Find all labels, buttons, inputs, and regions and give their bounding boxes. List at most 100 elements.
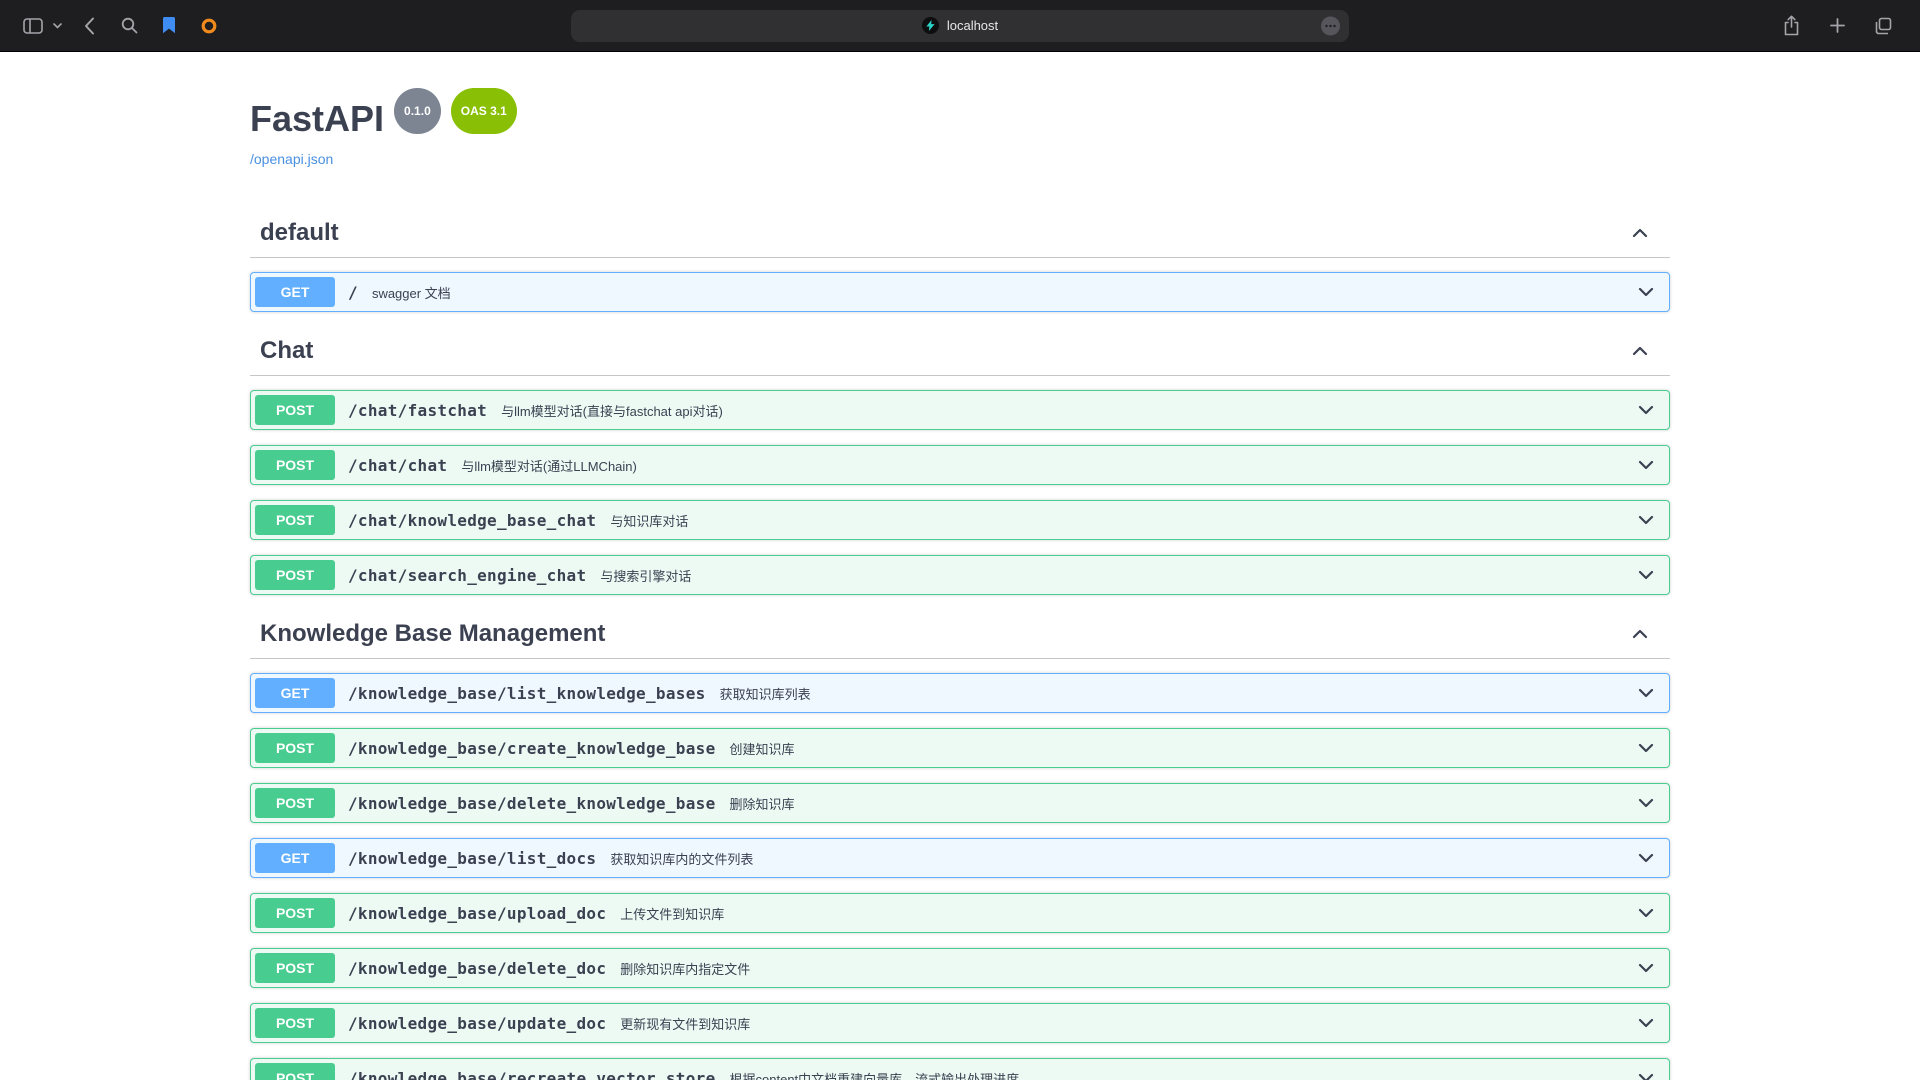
- method-badge: POST: [255, 450, 335, 480]
- endpoint-sections: default GET / swagger 文档 Chat: [250, 209, 1670, 1080]
- endpoint-path: /chat/search_engine_chat: [348, 566, 586, 585]
- endpoint-path: /chat/fastchat: [348, 401, 487, 420]
- toolbar-right-group: [1776, 11, 1920, 41]
- endpoint-description: 上传文件到知识库: [620, 904, 724, 923]
- endpoint-description: 创建知识库: [730, 739, 795, 758]
- version-badge: 0.1.0: [394, 88, 441, 134]
- bookmark-extension-icon[interactable]: [154, 11, 184, 41]
- tab-overview-icon[interactable]: [1868, 11, 1898, 41]
- endpoint-description: 更新现有文件到知识库: [620, 1014, 750, 1033]
- method-badge: POST: [255, 733, 335, 763]
- endpoint-description: 删除知识库: [730, 794, 795, 813]
- api-section: default GET / swagger 文档: [250, 209, 1670, 312]
- url-text: localhost: [947, 18, 998, 33]
- sidebar-chevron-down-icon[interactable]: [50, 11, 64, 41]
- chevron-down-icon[interactable]: [1636, 282, 1656, 302]
- endpoint-path: /knowledge_base/delete_knowledge_base: [348, 794, 716, 813]
- section-body: GET / swagger 文档: [250, 258, 1670, 312]
- section-header[interactable]: Chat: [250, 327, 1670, 376]
- section-title: Chat: [260, 337, 313, 365]
- back-button[interactable]: [74, 11, 104, 41]
- chevron-down-icon[interactable]: [1636, 565, 1656, 585]
- method-badge: POST: [255, 1008, 335, 1038]
- section-title: default: [260, 219, 339, 247]
- endpoint-row[interactable]: POST /knowledge_base/create_knowledge_ba…: [250, 728, 1670, 768]
- endpoint-row[interactable]: POST /chat/search_engine_chat 与搜索引擎对话: [250, 555, 1670, 595]
- endpoint-path: /knowledge_base/list_knowledge_bases: [348, 684, 706, 703]
- swagger-page: FastAPI 0.1.0 OAS 3.1 /openapi.json defa…: [0, 52, 1920, 1080]
- chevron-down-icon[interactable]: [1636, 738, 1656, 758]
- endpoint-path: /knowledge_base/recreate_vector_store: [348, 1069, 716, 1080]
- endpoint-path: /knowledge_base/upload_doc: [348, 904, 606, 923]
- endpoint-description: 与搜索引擎对话: [600, 566, 691, 585]
- endpoint-path: /chat/knowledge_base_chat: [348, 511, 596, 530]
- method-badge: POST: [255, 505, 335, 535]
- page-title: FastAPI 0.1.0 OAS 3.1: [250, 96, 1670, 142]
- section-header[interactable]: Knowledge Base Management: [250, 610, 1670, 659]
- endpoint-row[interactable]: POST /chat/fastchat 与llm模型对话(直接与fastchat…: [250, 390, 1670, 430]
- endpoint-row[interactable]: GET /knowledge_base/list_knowledge_bases…: [250, 673, 1670, 713]
- endpoint-row[interactable]: GET /knowledge_base/list_docs 获取知识库内的文件列…: [250, 838, 1670, 878]
- endpoint-path: /knowledge_base/update_doc: [348, 1014, 606, 1033]
- share-icon[interactable]: [1776, 11, 1806, 41]
- endpoint-description: swagger 文档: [372, 283, 451, 302]
- method-badge: GET: [255, 678, 335, 708]
- endpoint-description: 获取知识库列表: [720, 684, 811, 703]
- endpoint-path: /knowledge_base/list_docs: [348, 849, 596, 868]
- chevron-down-icon[interactable]: [1636, 903, 1656, 923]
- endpoint-row[interactable]: POST /knowledge_base/delete_knowledge_ba…: [250, 783, 1670, 823]
- browser-toolbar: localhost: [0, 0, 1920, 52]
- endpoint-row[interactable]: POST /knowledge_base/recreate_vector_sto…: [250, 1058, 1670, 1080]
- chevron-up-icon[interactable]: [1630, 624, 1650, 644]
- endpoint-description: 与llm模型对话(通过LLMChain): [461, 456, 637, 475]
- api-title-text: FastAPI: [250, 99, 384, 139]
- new-tab-plus-icon[interactable]: [1822, 11, 1852, 41]
- method-badge: POST: [255, 1063, 335, 1080]
- method-badge: POST: [255, 788, 335, 818]
- section-title: Knowledge Base Management: [260, 620, 605, 648]
- endpoint-row[interactable]: GET / swagger 文档: [250, 272, 1670, 312]
- chevron-down-icon[interactable]: [1636, 848, 1656, 868]
- section-body: POST /chat/fastchat 与llm模型对话(直接与fastchat…: [250, 376, 1670, 595]
- endpoint-row[interactable]: POST /chat/chat 与llm模型对话(通过LLMChain): [250, 445, 1670, 485]
- endpoint-description: 根据content中文档重建向量库，流式输出处理进度。: [730, 1069, 1033, 1080]
- endpoint-row[interactable]: POST /chat/knowledge_base_chat 与知识库对话: [250, 500, 1670, 540]
- chevron-down-icon[interactable]: [1636, 683, 1656, 703]
- endpoint-description: 获取知识库内的文件列表: [610, 849, 753, 868]
- chevron-down-icon[interactable]: [1636, 400, 1656, 420]
- api-section: Knowledge Base Management GET /knowledge…: [250, 610, 1670, 1080]
- endpoint-row[interactable]: POST /knowledge_base/update_doc 更新现有文件到知…: [250, 1003, 1670, 1043]
- openapi-spec-link[interactable]: /openapi.json: [250, 151, 333, 167]
- chevron-down-icon[interactable]: [1636, 793, 1656, 813]
- section-header[interactable]: default: [250, 209, 1670, 258]
- page-more-options-icon[interactable]: [1321, 16, 1340, 35]
- endpoint-path: /: [348, 283, 358, 302]
- swagger-wrapper: FastAPI 0.1.0 OAS 3.1 /openapi.json defa…: [230, 52, 1690, 1080]
- chevron-down-icon[interactable]: [1636, 958, 1656, 978]
- chevron-down-icon[interactable]: [1636, 1068, 1656, 1080]
- search-icon[interactable]: [114, 11, 144, 41]
- address-bar[interactable]: localhost: [571, 10, 1349, 42]
- method-badge: POST: [255, 395, 335, 425]
- sidebar-toggle-button[interactable]: [18, 11, 48, 41]
- method-badge: POST: [255, 953, 335, 983]
- endpoint-description: 删除知识库内指定文件: [620, 959, 750, 978]
- chevron-up-icon[interactable]: [1630, 341, 1650, 361]
- endpoint-row[interactable]: POST /knowledge_base/delete_doc 删除知识库内指定…: [250, 948, 1670, 988]
- api-info: FastAPI 0.1.0 OAS 3.1 /openapi.json: [250, 96, 1670, 169]
- endpoint-row[interactable]: POST /knowledge_base/upload_doc 上传文件到知识库: [250, 893, 1670, 933]
- ring-extension-icon[interactable]: [194, 11, 224, 41]
- method-badge: POST: [255, 560, 335, 590]
- endpoint-path: /knowledge_base/delete_doc: [348, 959, 606, 978]
- endpoint-path: /knowledge_base/create_knowledge_base: [348, 739, 716, 758]
- method-badge: GET: [255, 277, 335, 307]
- api-section: Chat POST /chat/fastchat 与llm模型对话(直接与fas…: [250, 327, 1670, 595]
- chevron-down-icon[interactable]: [1636, 510, 1656, 530]
- endpoint-description: 与llm模型对话(直接与fastchat api对话): [501, 401, 723, 420]
- chevron-up-icon[interactable]: [1630, 223, 1650, 243]
- chevron-down-icon[interactable]: [1636, 455, 1656, 475]
- chevron-down-icon[interactable]: [1636, 1013, 1656, 1033]
- section-body: GET /knowledge_base/list_knowledge_bases…: [250, 659, 1670, 1080]
- site-favicon: [922, 17, 939, 34]
- toolbar-left-group: [0, 11, 224, 41]
